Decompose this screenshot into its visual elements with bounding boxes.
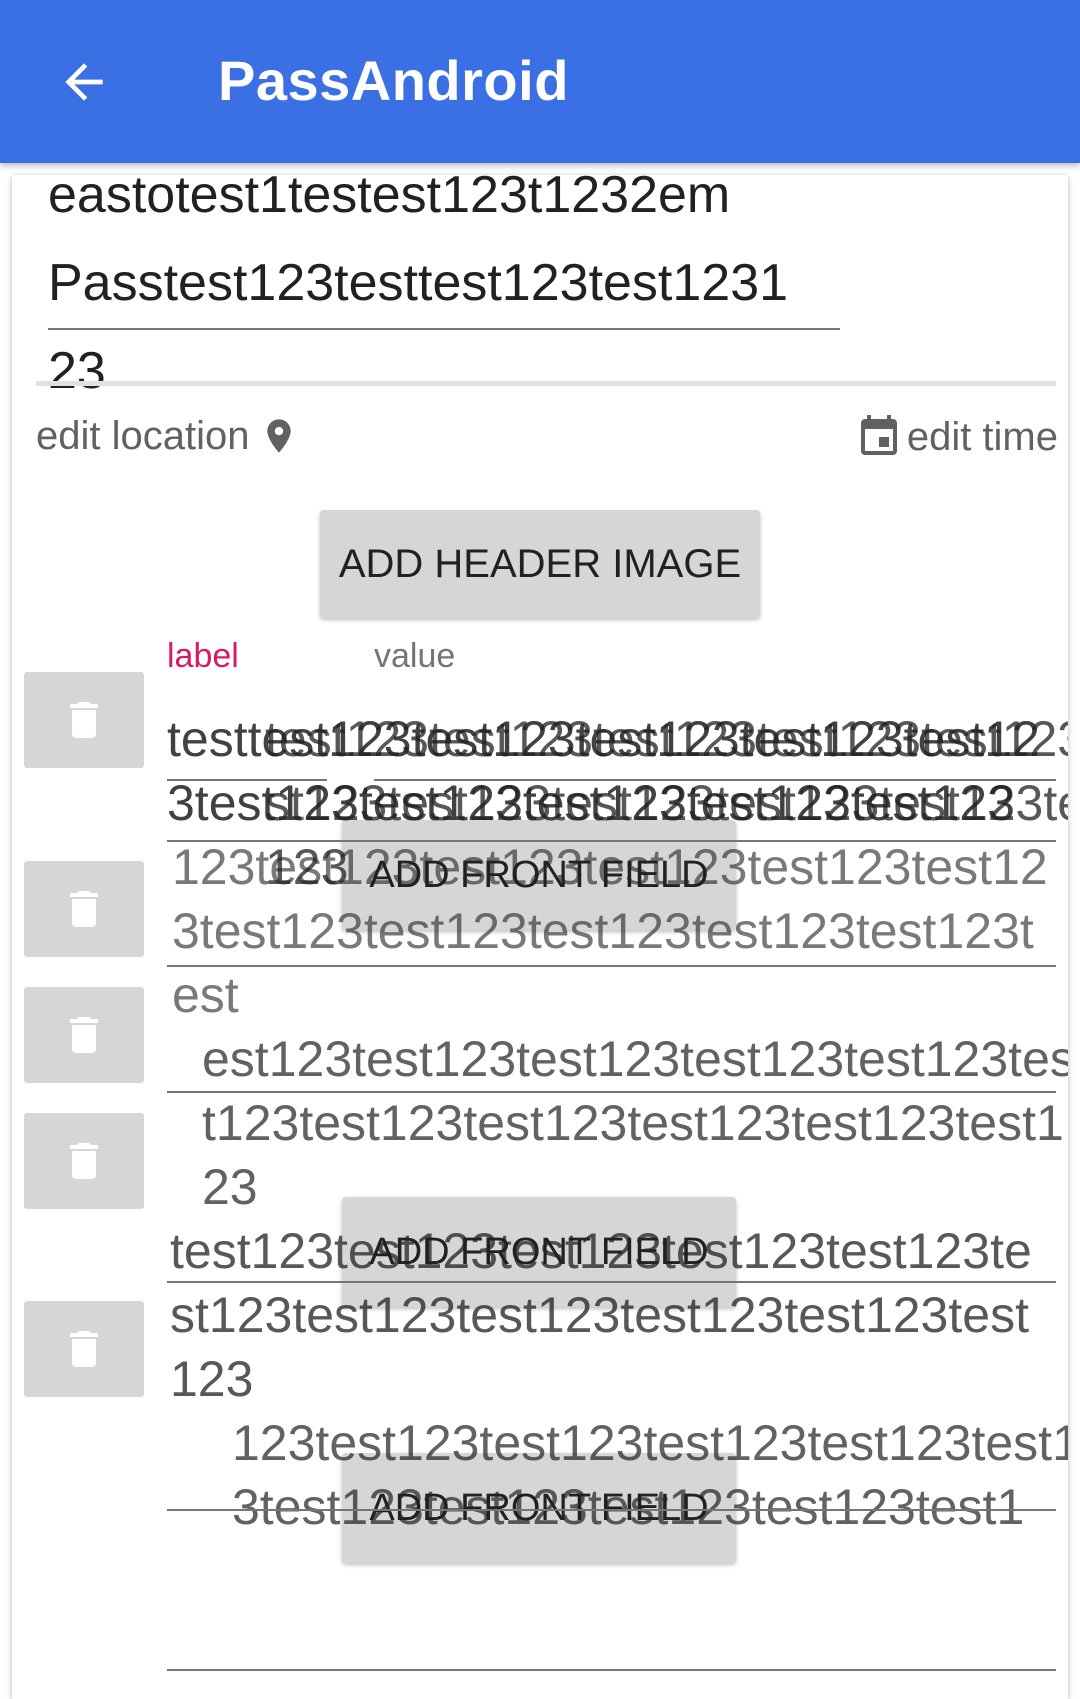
pass-edit-card: eastotest1testest123t1232em Passtest123t… bbox=[12, 175, 1068, 1699]
field-underline bbox=[167, 1509, 1056, 1511]
arrow-back-icon[interactable] bbox=[56, 54, 112, 110]
calendar-icon bbox=[860, 415, 897, 455]
delete-field-button[interactable] bbox=[24, 1301, 144, 1397]
trash-icon bbox=[70, 1017, 98, 1053]
edit-location-label: edit location bbox=[36, 413, 250, 458]
delete-field-button[interactable] bbox=[24, 861, 144, 957]
field-label-underline bbox=[167, 779, 327, 781]
trash-icon bbox=[70, 891, 98, 927]
field-underline bbox=[167, 1281, 1056, 1283]
trash-icon bbox=[70, 702, 98, 738]
app-title: PassAndroid bbox=[218, 49, 569, 112]
description-line-1: Passtest123testtest123test1231 bbox=[48, 254, 789, 312]
trash-icon bbox=[70, 1143, 98, 1179]
field-underline bbox=[167, 1669, 1056, 1671]
field-value-underline bbox=[374, 779, 1056, 781]
edit-time-button[interactable]: edit time bbox=[855, 413, 1058, 461]
app-bar: PassAndroid bbox=[0, 0, 1080, 163]
field-label-header: label bbox=[167, 637, 239, 675]
description-line-2: 23 bbox=[48, 342, 106, 400]
field-underline bbox=[167, 1091, 1056, 1093]
location-pin-icon bbox=[267, 419, 292, 453]
description-field[interactable]: eastotest1testest123t1232em Passtest123t… bbox=[48, 175, 848, 415]
section-divider bbox=[36, 381, 1056, 386]
field-underline bbox=[167, 965, 1056, 967]
delete-field-button[interactable] bbox=[24, 987, 144, 1083]
field-value-input[interactable]: est123test123test123test123test123test12… bbox=[202, 1027, 1068, 1219]
delete-field-button[interactable] bbox=[24, 1113, 144, 1209]
field-underline bbox=[167, 840, 1056, 842]
trash-icon bbox=[70, 1331, 98, 1367]
edit-location-button[interactable]: edit location bbox=[36, 413, 299, 459]
delete-field-button[interactable] bbox=[24, 672, 144, 768]
description-underline bbox=[48, 328, 840, 330]
add-header-image-button[interactable]: ADD HEADER IMAGE bbox=[320, 510, 760, 618]
edit-time-label: edit time bbox=[906, 414, 1058, 459]
field-label-input[interactable]: test123test123test123test123test123test1… bbox=[170, 1219, 1050, 1411]
field-value-input[interactable]: 123test123test123test123test123test123te… bbox=[232, 1411, 1068, 1539]
field-label-input[interactable]: 123test123test123test123test123test123te… bbox=[172, 835, 1052, 1027]
field-value-header: value bbox=[374, 637, 456, 675]
description-clipped-line: eastotest1testest123t1232em bbox=[48, 175, 731, 224]
